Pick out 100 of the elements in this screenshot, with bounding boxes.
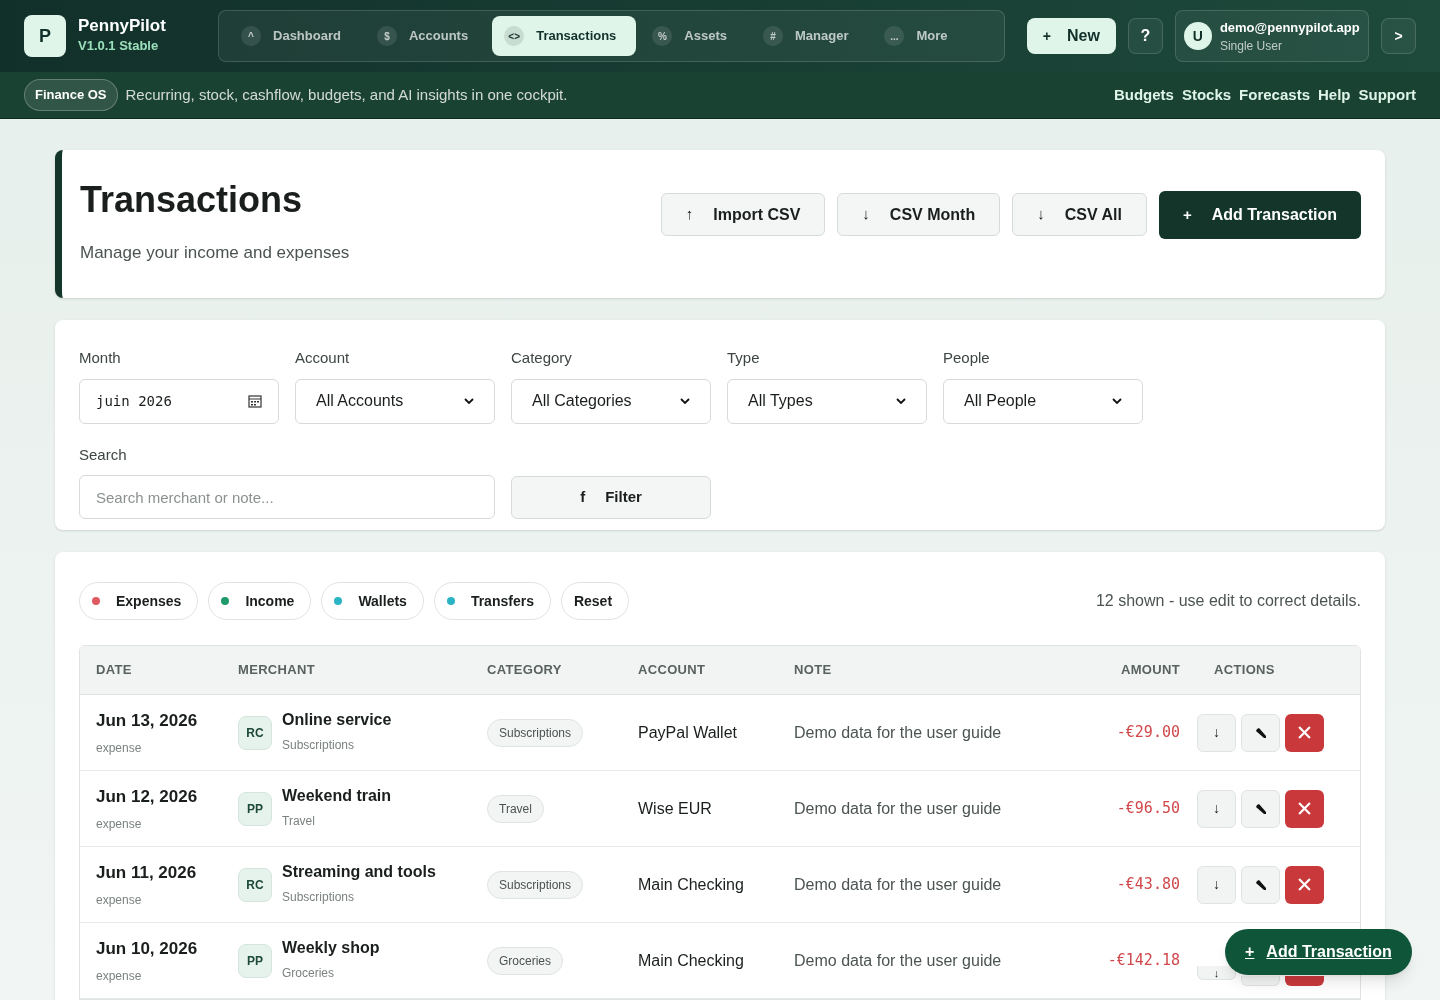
table-cell-text: Demo data for the user guide <box>794 722 1003 743</box>
download-button[interactable]: ↓ <box>1197 865 1236 904</box>
user-email: demo@pennypilot.app <box>1219 19 1360 37</box>
column-header: ACTIONS <box>1213 661 1276 680</box>
table-cell-text: Demo data for the user guide <box>794 950 1003 971</box>
chevron-down-icon <box>680 398 690 405</box>
field-label: Month <box>79 348 122 369</box>
action-button[interactable]: ↓ CSV Month <box>837 193 1001 236</box>
nav-icon: # <box>763 26 783 46</box>
merchant-avatar: PP <box>238 943 272 978</box>
download-button[interactable]: ↓ <box>1197 789 1236 828</box>
nav-tab[interactable]: ... More <box>872 16 968 56</box>
nav-tab[interactable]: % Assets <box>640 16 747 56</box>
type-text: expense <box>96 815 143 833</box>
chevron-down-icon <box>1112 398 1122 405</box>
summary-text: 12 shown - use edit to correct details. <box>1095 591 1361 611</box>
table-cell-text: PayPal Wallet <box>638 722 738 743</box>
nav-tab[interactable]: ^ Dashboard <box>229 16 361 56</box>
table-cell-text: Wise EUR <box>638 798 713 819</box>
user-avatar: U <box>1183 22 1212 50</box>
header-link[interactable]: Budgets <box>1113 83 1174 107</box>
nav-icon: % <box>652 26 673 46</box>
search-field[interactable]: Search merchant or note... <box>79 475 495 520</box>
select-field[interactable]: All People <box>943 378 1143 424</box>
date-text: Jun 11, 2026 <box>96 862 198 885</box>
merchant-avatar: RC <box>238 715 272 750</box>
field-label: Search <box>79 444 128 465</box>
expand-button[interactable]: > <box>1381 18 1416 54</box>
amount-text: -€142.18 <box>1106 950 1180 972</box>
version-label: V1.0.1 Stable <box>78 37 160 55</box>
column-header: AMOUNT <box>1120 661 1180 680</box>
type-text: expense <box>96 967 143 985</box>
table-cell-text: Main Checking <box>638 874 745 895</box>
help-button[interactable]: ? <box>1127 18 1163 54</box>
page-subtitle: Manage your income and expenses <box>80 242 350 264</box>
merchant-category: Subscriptions <box>282 736 356 754</box>
user-role: Single User <box>1219 38 1283 54</box>
column-header: ACCOUNT <box>638 661 707 680</box>
amount-text: -€96.50 <box>1115 798 1180 820</box>
add-transaction-button[interactable]: + Add Transaction <box>1225 929 1412 975</box>
action-button[interactable]: ↓ CSV All <box>1012 193 1147 236</box>
action-button[interactable]: ↑ Import CSV <box>660 193 826 236</box>
calendar-icon[interactable] <box>248 394 262 409</box>
download-button[interactable]: ↓ <box>1197 966 1236 980</box>
month-field[interactable]: juin 2026 <box>79 378 279 424</box>
merchant-category: Groceries <box>282 964 335 982</box>
select-field[interactable]: All Accounts <box>295 378 495 424</box>
field-label: Account <box>295 348 351 369</box>
nav-icon: $ <box>376 26 397 46</box>
pencil-icon <box>1254 878 1267 891</box>
category-tag: Travel <box>487 794 544 823</box>
column-header: CATEGORY <box>487 661 563 680</box>
type-text: expense <box>96 739 143 757</box>
merchant-name: Streaming and tools <box>282 861 436 882</box>
category-tag: Subscriptions <box>487 718 584 747</box>
filter-chip[interactable]: Reset <box>560 582 630 620</box>
new-button[interactable]: + New <box>1026 18 1116 54</box>
select-field[interactable]: All Categories <box>511 378 711 424</box>
chevron-down-icon <box>896 398 906 405</box>
table-cell-text: Demo data for the user guide <box>794 798 1003 819</box>
merchant-name: Online service <box>282 709 392 730</box>
amount-text: -€29.00 <box>1115 722 1180 744</box>
field-label: Type <box>727 348 761 369</box>
header-link[interactable]: Stocks <box>1181 83 1232 107</box>
select-field[interactable]: All Types <box>727 378 927 424</box>
close-icon <box>1298 726 1311 739</box>
filter-chip[interactable]: Wallets <box>321 582 424 620</box>
filter-chip[interactable]: Transfers <box>433 582 551 620</box>
date-text: Jun 12, 2026 <box>96 786 199 809</box>
filter-button[interactable]: f Filter <box>511 476 711 520</box>
nav-tab[interactable]: <> Transactions <box>492 16 637 56</box>
category-tag: Subscriptions <box>487 870 584 899</box>
tagline: Recurring, stock, cashflow, budgets, and AI insights in one cockpit. <box>125 84 568 105</box>
nav-icon: ... <box>884 26 905 46</box>
close-icon <box>1298 878 1311 891</box>
pencil-icon <box>1254 802 1267 815</box>
finance-badge: Finance OS <box>24 79 118 111</box>
merchant-avatar: RC <box>238 867 272 902</box>
nav-tab[interactable]: $ Accounts <box>364 16 489 56</box>
date-text: Jun 13, 2026 <box>96 710 199 733</box>
column-header: DATE <box>96 661 133 680</box>
filter-chip[interactable]: Income <box>208 582 312 620</box>
chevron-down-icon <box>464 398 474 405</box>
merchant-avatar: PP <box>238 791 272 826</box>
user-card[interactable]: U demo@pennypilot.app Single User <box>1174 10 1370 62</box>
pencil-icon <box>1254 726 1267 739</box>
brand-name: PennyPilot <box>78 16 166 36</box>
header-link[interactable]: Help <box>1318 83 1351 107</box>
download-button[interactable]: ↓ <box>1197 713 1236 752</box>
type-text: expense <box>96 891 143 909</box>
merchant-name: Weekend train <box>282 785 392 806</box>
nav-tab[interactable]: # Manager <box>751 16 869 56</box>
header-link[interactable]: Forecasts <box>1239 83 1310 107</box>
add-transaction-button[interactable]: + Add Transaction <box>1158 191 1361 239</box>
filter-chip[interactable]: Expenses <box>79 582 199 620</box>
column-header: MERCHANT <box>238 661 316 680</box>
nav-icon: <> <box>504 26 525 46</box>
field-label: People <box>943 348 991 369</box>
header-link[interactable]: Support <box>1358 83 1416 107</box>
field-label: Category <box>511 348 573 369</box>
